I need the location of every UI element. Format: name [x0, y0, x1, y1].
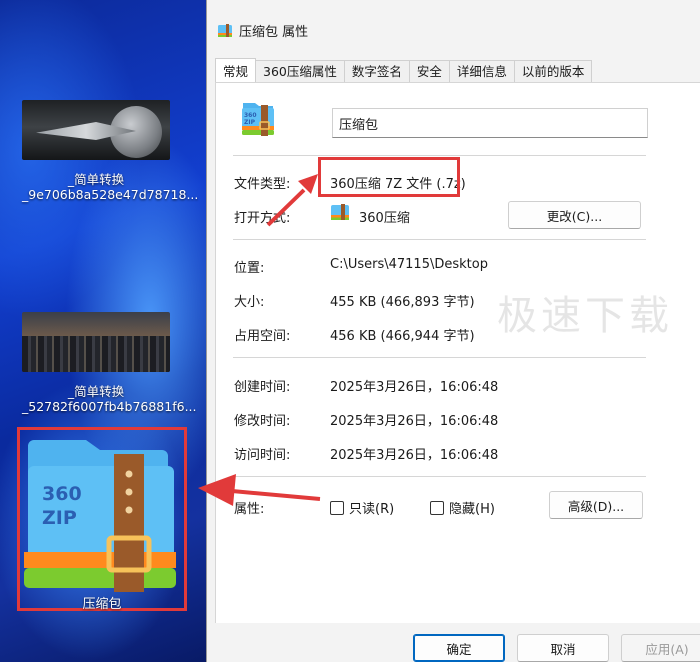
- accessed-value: 2025年3月26日，16:06:48: [330, 448, 499, 463]
- highlight-box-file-type: [318, 157, 460, 197]
- window-title: 压缩包 属性: [239, 24, 309, 40]
- desktop-item-image-1[interactable]: _简单转换_9e706b8a528e47d78718...: [22, 100, 199, 202]
- cancel-button[interactable]: 取消: [517, 634, 609, 662]
- zip-archive-icon[interactable]: 360 ZIP: [20, 436, 180, 592]
- hidden-label: 隐藏(H): [449, 502, 495, 517]
- image-thumbnail: [22, 312, 170, 372]
- desktop-icon-label: 压缩包: [82, 597, 122, 612]
- readonly-checkbox[interactable]: 只读(R): [330, 498, 394, 517]
- change-button[interactable]: 更改(C)...: [508, 201, 641, 229]
- disk-size-value: 456 KB (466,944 字节): [330, 329, 475, 344]
- divider: [233, 476, 646, 477]
- checkbox-box[interactable]: [330, 500, 344, 515]
- tab-360-properties[interactable]: 360压缩属性: [255, 60, 345, 82]
- tab-previous-versions[interactable]: 以前的版本: [513, 60, 593, 82]
- zip-archive-icon: 360 ZIP: [242, 103, 274, 136]
- size-label: 大小:: [234, 295, 265, 310]
- tab-general[interactable]: 常规: [215, 58, 257, 82]
- svg-text:ZIP: ZIP: [42, 507, 77, 529]
- desktop-item-label: _简单转换_52782f6007fb4b76881f6...: [22, 384, 197, 414]
- divider: [233, 239, 646, 240]
- disk-size-label: 占用空间:: [234, 329, 291, 344]
- accessed-label: 访问时间:: [234, 448, 291, 463]
- desktop-item-image-2[interactable]: _简单转换_52782f6007fb4b76881f6...: [22, 312, 197, 414]
- tab-digital-signature[interactable]: 数字签名: [343, 60, 410, 82]
- size-value: 455 KB (466,893 字节): [330, 295, 475, 310]
- divider: [233, 357, 646, 358]
- svg-text:360: 360: [42, 483, 82, 505]
- image-thumbnail: [22, 100, 170, 160]
- readonly-label: 只读(R): [349, 502, 395, 517]
- file-name-input[interactable]: [332, 108, 648, 138]
- tab-details[interactable]: 详细信息: [448, 60, 515, 82]
- title-bar[interactable]: 压缩包 属性: [207, 14, 700, 46]
- checkbox-box[interactable]: [430, 500, 444, 515]
- ok-button[interactable]: 确定: [413, 634, 505, 662]
- open-with-value: 360压缩: [359, 211, 410, 226]
- modified-label: 修改时间:: [234, 414, 291, 429]
- location-label: 位置:: [234, 261, 265, 276]
- zip-archive-icon: [218, 24, 232, 37]
- attributes-label: 属性:: [234, 502, 265, 517]
- hidden-checkbox[interactable]: 隐藏(H): [430, 498, 495, 517]
- watermark-text: 极速下载: [497, 293, 673, 339]
- open-with-label: 打开方式:: [234, 211, 291, 226]
- properties-dialog: 压缩包 属性 常规 360压缩属性 数字签名 安全 详细信息 以前的版本 360…: [206, 0, 700, 662]
- svg-text:ZIP: ZIP: [244, 119, 256, 126]
- modified-value: 2025年3月26日，16:06:48: [330, 414, 499, 429]
- file-type-label: 文件类型:: [234, 177, 291, 192]
- apply-button[interactable]: 应用(A): [621, 634, 700, 662]
- created-label: 创建时间:: [234, 380, 291, 395]
- 360-zip-app-icon: [331, 204, 349, 220]
- tab-security[interactable]: 安全: [408, 60, 450, 82]
- desktop-item-label: _简单转换_9e706b8a528e47d78718...: [22, 172, 199, 202]
- tab-bar: 常规 360压缩属性 数字签名 安全 详细信息 以前的版本: [215, 58, 593, 82]
- advanced-button[interactable]: 高级(D)...: [549, 491, 643, 519]
- divider: [233, 155, 646, 156]
- location-value: C:\Users\47115\Desktop: [330, 257, 488, 272]
- created-value: 2025年3月26日，16:06:48: [330, 380, 499, 395]
- svg-text:360: 360: [244, 112, 257, 119]
